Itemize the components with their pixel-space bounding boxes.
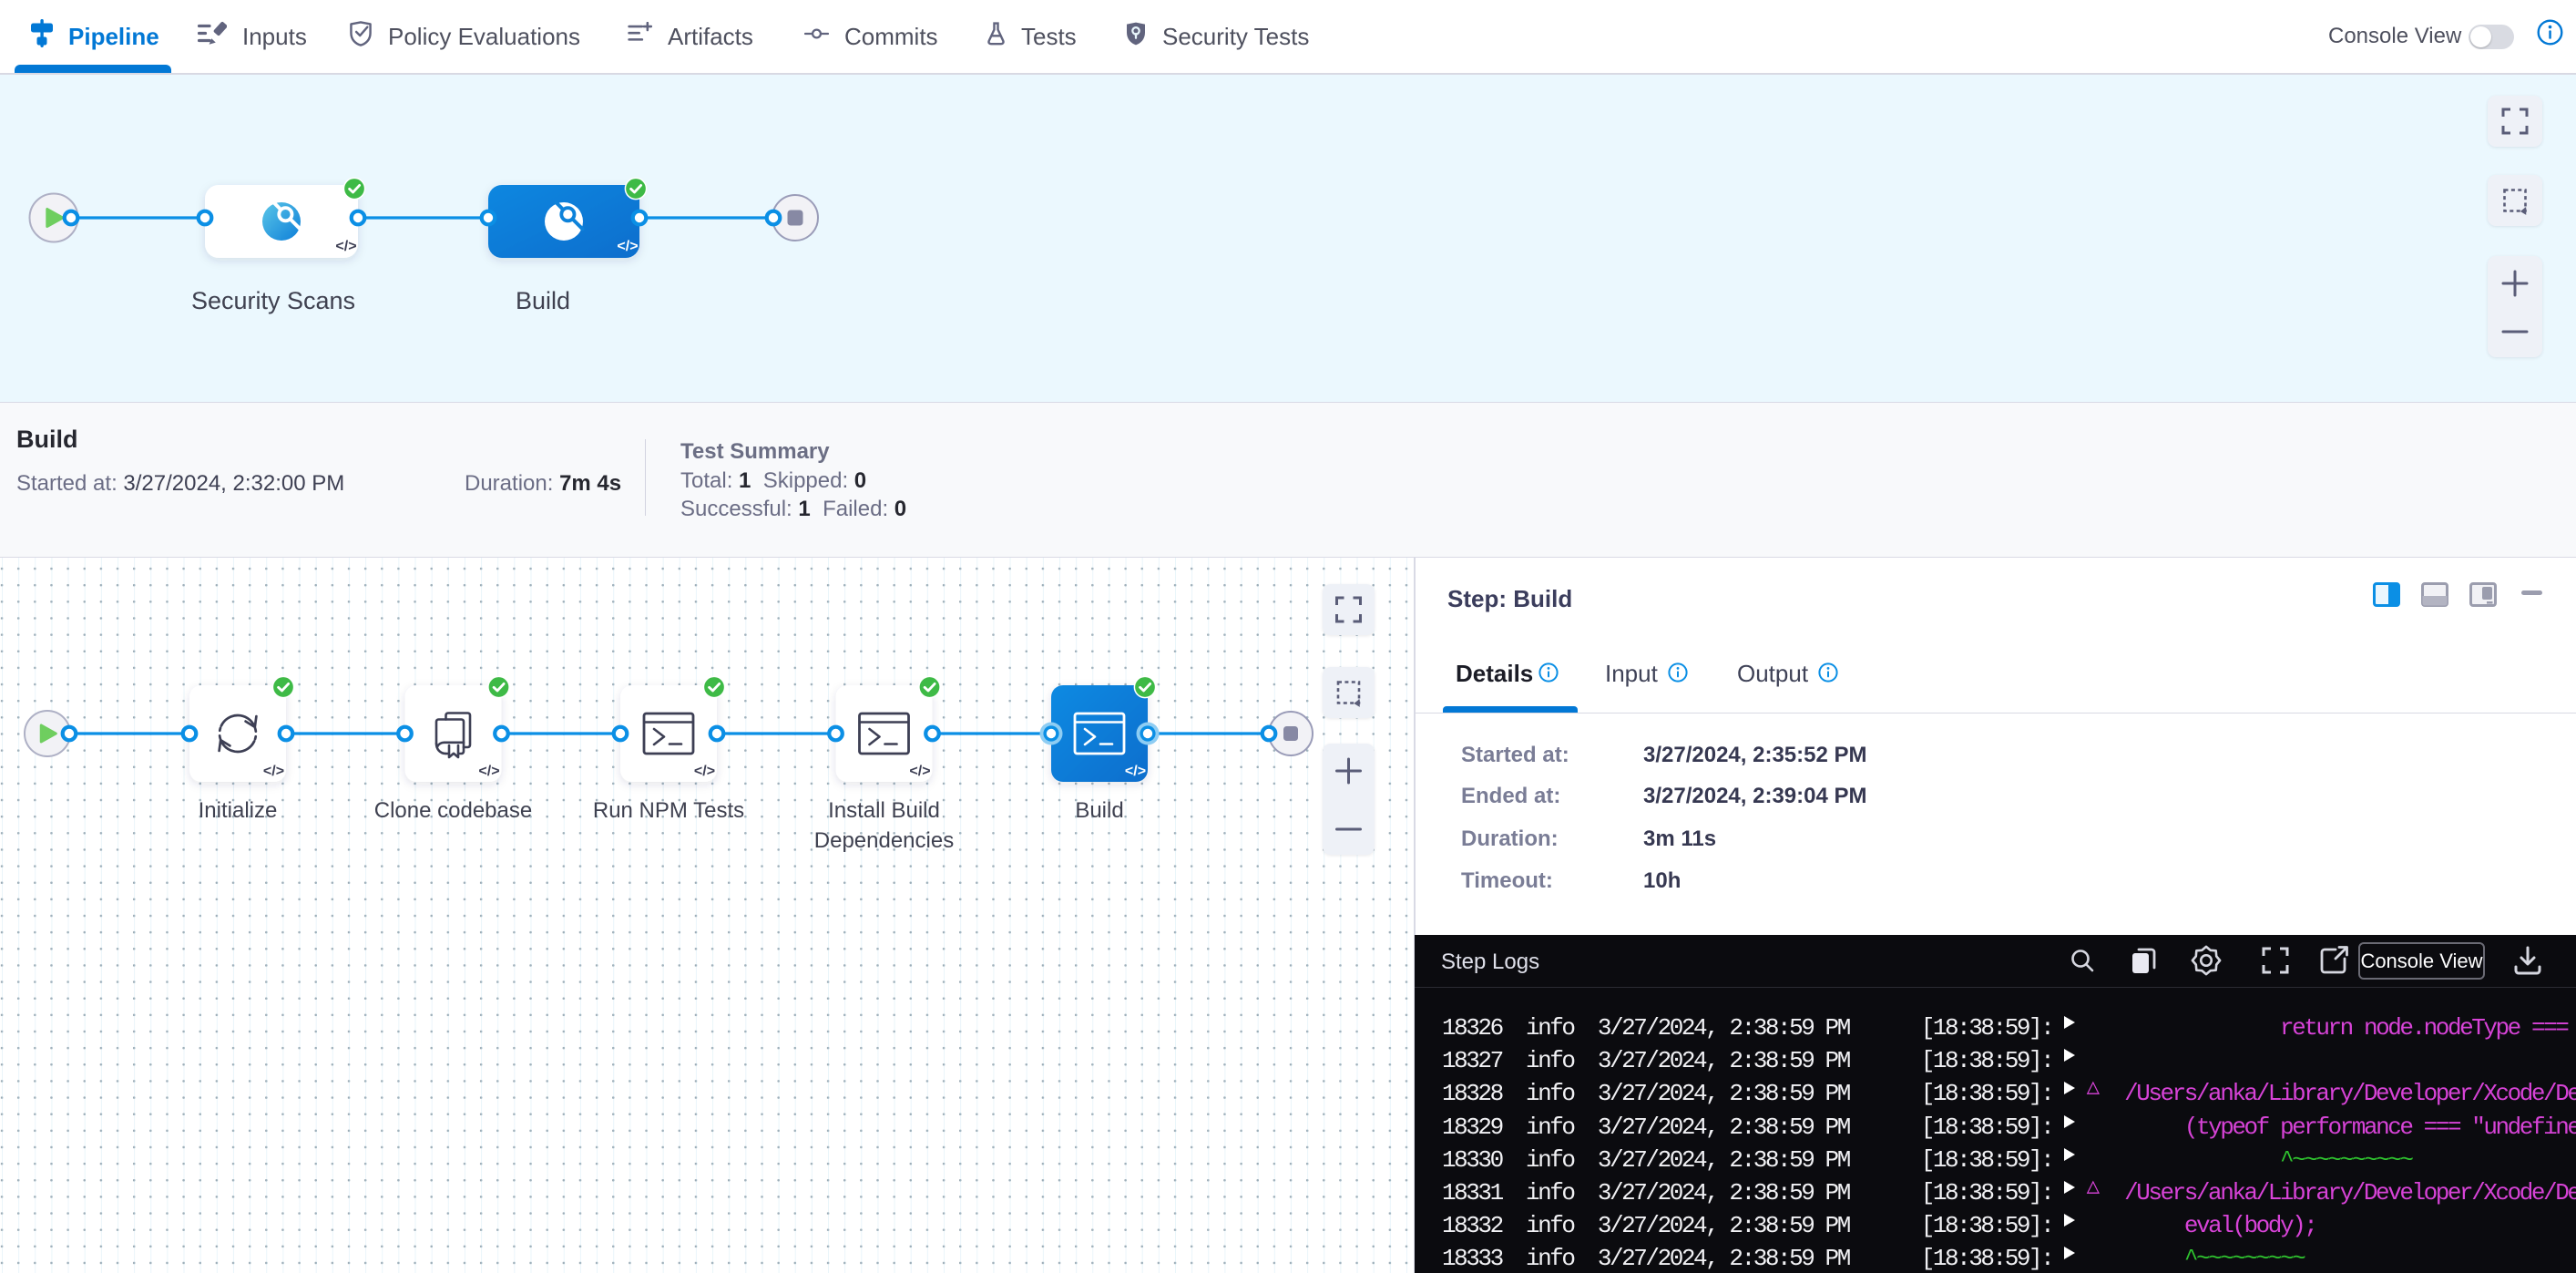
svg-text:</>: </>: [478, 764, 499, 779]
svg-text:Run NPM Tests: Run NPM Tests: [593, 798, 744, 823]
svg-text:Build: Build: [516, 287, 570, 314]
svg-text:Build: Build: [1075, 798, 1123, 823]
svg-text:Security Scans: Security Scans: [191, 287, 355, 314]
svg-text:</>: </>: [694, 764, 715, 779]
svg-text:Clone codebase: Clone codebase: [374, 798, 532, 823]
svg-text:</>: </>: [335, 239, 356, 254]
svg-text:Dependencies: Dependencies: [814, 828, 954, 853]
svg-text:Install Build: Install Build: [828, 798, 940, 823]
svg-text:Initialize: Initialize: [199, 798, 278, 823]
svg-text:</>: </>: [1125, 764, 1146, 779]
svg-text:</>: </>: [263, 764, 284, 779]
svg-text:</>: </>: [617, 239, 638, 254]
svg-text:</>: </>: [909, 764, 930, 779]
